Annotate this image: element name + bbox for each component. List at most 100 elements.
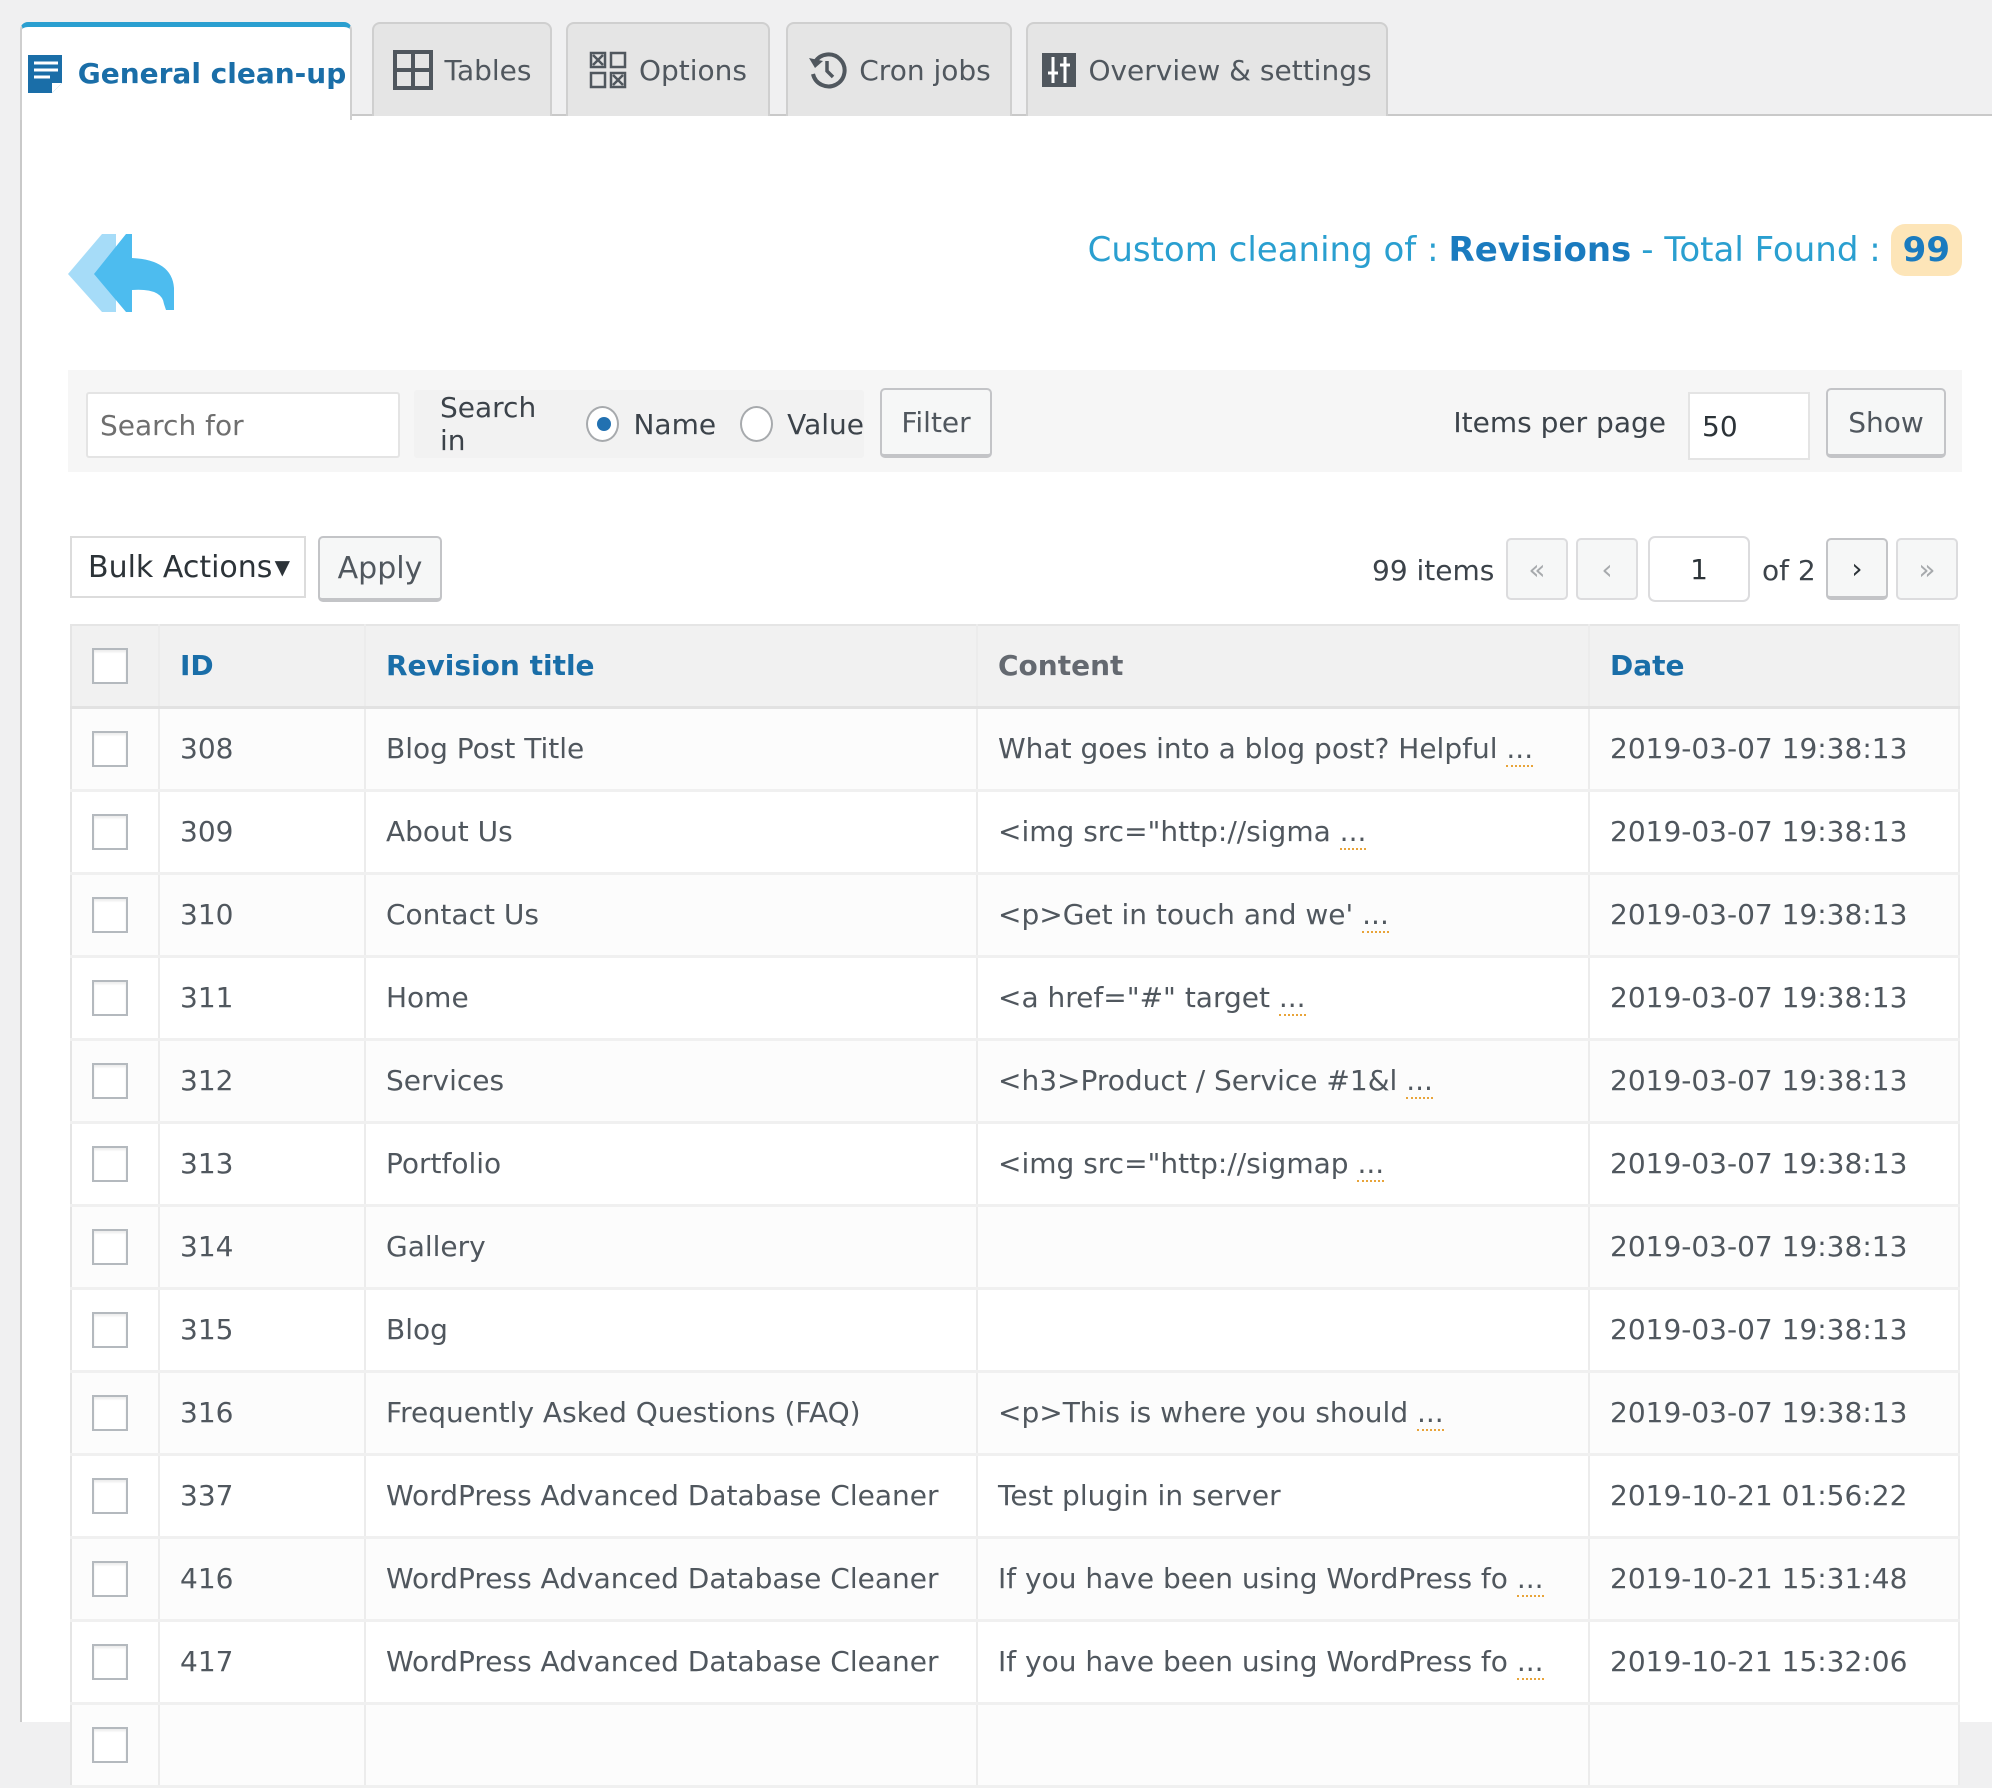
content-ellipsis-tooltip[interactable]: ... xyxy=(1506,732,1534,767)
row-id: 312 xyxy=(159,1039,366,1124)
row-select-cell xyxy=(71,1122,160,1207)
row-content: <img src="http://sigmap ... xyxy=(977,1122,1590,1207)
tab-options[interactable]: Options xyxy=(566,22,770,116)
row-content: <p>Get in touch and we' ... xyxy=(977,873,1590,958)
row-id: 416 xyxy=(159,1537,366,1622)
first-page-button[interactable]: « xyxy=(1506,538,1568,600)
row-content-text: <h3>Product / Service #1&l xyxy=(998,1064,1398,1097)
table-row: 310 Contact Us <p>Get in touch and we' ...… xyxy=(71,873,1960,958)
document-icon xyxy=(26,53,66,95)
row-date: 2019-03-07 19:38:13 xyxy=(1589,956,1960,1041)
row-date: 2019-10-21 01:56:22 xyxy=(1589,1454,1960,1539)
header-prefix: Custom cleaning of : xyxy=(1087,230,1439,270)
row-id xyxy=(159,1703,366,1788)
row-checkbox[interactable] xyxy=(92,1394,128,1431)
row-date: 2019-10-21 15:32:06 xyxy=(1589,1620,1960,1705)
tab-bar: General clean-up Tables Options Cron job… xyxy=(20,0,1992,120)
radio-value-label[interactable]: Value xyxy=(787,408,864,441)
tab-cron-jobs[interactable]: Cron jobs xyxy=(786,22,1012,116)
tab-general-clean-up[interactable]: General clean-up xyxy=(20,22,352,120)
table-row: 316 Frequently Asked Questions (FAQ) <p>Th… xyxy=(71,1371,1960,1456)
row-checkbox[interactable] xyxy=(92,896,128,933)
bulk-actions-select[interactable]: Bulk Actions ▼ xyxy=(70,536,306,598)
next-page-button[interactable]: › xyxy=(1826,538,1888,600)
row-content: <p>This is where you should ... xyxy=(977,1371,1590,1456)
radio-value[interactable] xyxy=(740,406,774,442)
row-date: 2019-03-07 19:38:13 xyxy=(1589,790,1960,875)
revisions-table: ID Revision title Content Date 308 Blog P… xyxy=(70,624,1960,1788)
row-content-text: <img src="http://sigmap xyxy=(998,1147,1349,1180)
bulk-actions-value: Bulk Actions xyxy=(88,549,273,585)
select-all-checkbox[interactable] xyxy=(92,647,128,684)
row-checkbox[interactable] xyxy=(92,979,128,1016)
table-row: 337 WordPress Advanced Database Cleaner Te… xyxy=(71,1454,1960,1539)
tab-label: Options xyxy=(638,53,748,87)
last-page-button[interactable]: » xyxy=(1896,538,1958,600)
tab-overview-settings[interactable]: Overview & settings xyxy=(1026,22,1388,116)
row-content-text: <a href="#" target xyxy=(998,981,1270,1014)
row-checkbox[interactable] xyxy=(92,1145,128,1182)
search-input[interactable] xyxy=(86,392,400,458)
current-page-input[interactable] xyxy=(1648,536,1750,602)
row-title: Blog xyxy=(365,1288,978,1373)
content-ellipsis-tooltip[interactable]: ... xyxy=(1357,1147,1385,1182)
row-content-text: <p>Get in touch and we' xyxy=(998,898,1354,931)
radio-name-label[interactable]: Name xyxy=(633,408,716,441)
row-content-text: What goes into a blog post? Helpful xyxy=(998,732,1498,765)
show-button[interactable]: Show xyxy=(1826,388,1946,458)
custom-cleaning-header: Custom cleaning of : Revisions - Total F… xyxy=(1088,224,1962,276)
content-ellipsis-tooltip[interactable]: ... xyxy=(1339,815,1367,850)
row-checkbox[interactable] xyxy=(92,813,128,850)
column-header-title[interactable]: Revision title xyxy=(365,625,978,709)
tab-tables[interactable]: Tables xyxy=(372,22,552,116)
header-item-type: Revisions xyxy=(1448,230,1632,270)
row-checkbox[interactable] xyxy=(92,1726,128,1763)
content-ellipsis-tooltip[interactable]: ... xyxy=(1406,1064,1433,1099)
prev-page-button[interactable]: ‹ xyxy=(1576,538,1638,600)
row-checkbox[interactable] xyxy=(92,730,128,767)
content-ellipsis-tooltip[interactable]: ... xyxy=(1516,1562,1544,1597)
column-header-id[interactable]: ID xyxy=(159,625,366,709)
row-checkbox[interactable] xyxy=(92,1311,128,1348)
row-title: About Us xyxy=(365,790,978,875)
row-date: 2019-03-07 19:38:13 xyxy=(1589,1205,1960,1290)
page-of-label: of 2 xyxy=(1762,554,1816,587)
row-content: If you have been using WordPress fo ... xyxy=(977,1537,1590,1622)
items-per-page-input[interactable] xyxy=(1688,392,1810,460)
table-row: 314 Gallery 2019-03-07 19:38:13 xyxy=(71,1205,1960,1290)
content-ellipsis-tooltip[interactable]: ... xyxy=(1417,1396,1444,1431)
content-ellipsis-tooltip[interactable]: ... xyxy=(1516,1645,1544,1680)
row-select-cell xyxy=(71,873,160,958)
row-checkbox[interactable] xyxy=(92,1560,128,1597)
row-content: <h3>Product / Service #1&l ... xyxy=(977,1039,1590,1124)
checkbox-grid-icon xyxy=(589,51,627,89)
row-content: <img src="http://sigma ... xyxy=(977,790,1590,875)
row-select-cell xyxy=(71,1620,160,1705)
table-header-row: ID Revision title Content Date xyxy=(71,625,1960,709)
filter-button[interactable]: Filter xyxy=(880,388,992,458)
row-checkbox[interactable] xyxy=(92,1062,128,1099)
row-id: 309 xyxy=(159,790,366,875)
column-header-date[interactable]: Date xyxy=(1589,625,1960,709)
row-date: 2019-03-07 19:38:13 xyxy=(1589,1039,1960,1124)
back-arrow-icon[interactable] xyxy=(66,232,182,320)
row-select-cell xyxy=(71,1039,160,1124)
radio-name[interactable] xyxy=(586,406,620,442)
row-checkbox[interactable] xyxy=(92,1643,128,1680)
row-select-cell xyxy=(71,1703,160,1788)
apply-button[interactable]: Apply xyxy=(318,536,442,602)
row-content: If you have been using WordPress fo ... xyxy=(977,1620,1590,1705)
table-row: 308 Blog Post Title What goes into a blog … xyxy=(71,707,1960,792)
total-count-badge: 99 xyxy=(1890,224,1962,276)
row-checkbox[interactable] xyxy=(92,1477,128,1514)
row-date: 2019-03-07 19:38:13 xyxy=(1589,1371,1960,1456)
table-row: 416 WordPress Advanced Database Cleaner If… xyxy=(71,1537,1960,1622)
row-date: 2019-03-07 19:38:13 xyxy=(1589,707,1960,792)
row-checkbox[interactable] xyxy=(92,1228,128,1265)
row-content-text: Test plugin in server xyxy=(998,1479,1281,1512)
sliders-icon xyxy=(1042,53,1077,87)
row-date: 2019-03-07 19:38:13 xyxy=(1589,1288,1960,1373)
row-title: Blog Post Title xyxy=(365,707,978,792)
content-ellipsis-tooltip[interactable]: ... xyxy=(1362,898,1389,933)
content-ellipsis-tooltip[interactable]: ... xyxy=(1278,981,1306,1016)
